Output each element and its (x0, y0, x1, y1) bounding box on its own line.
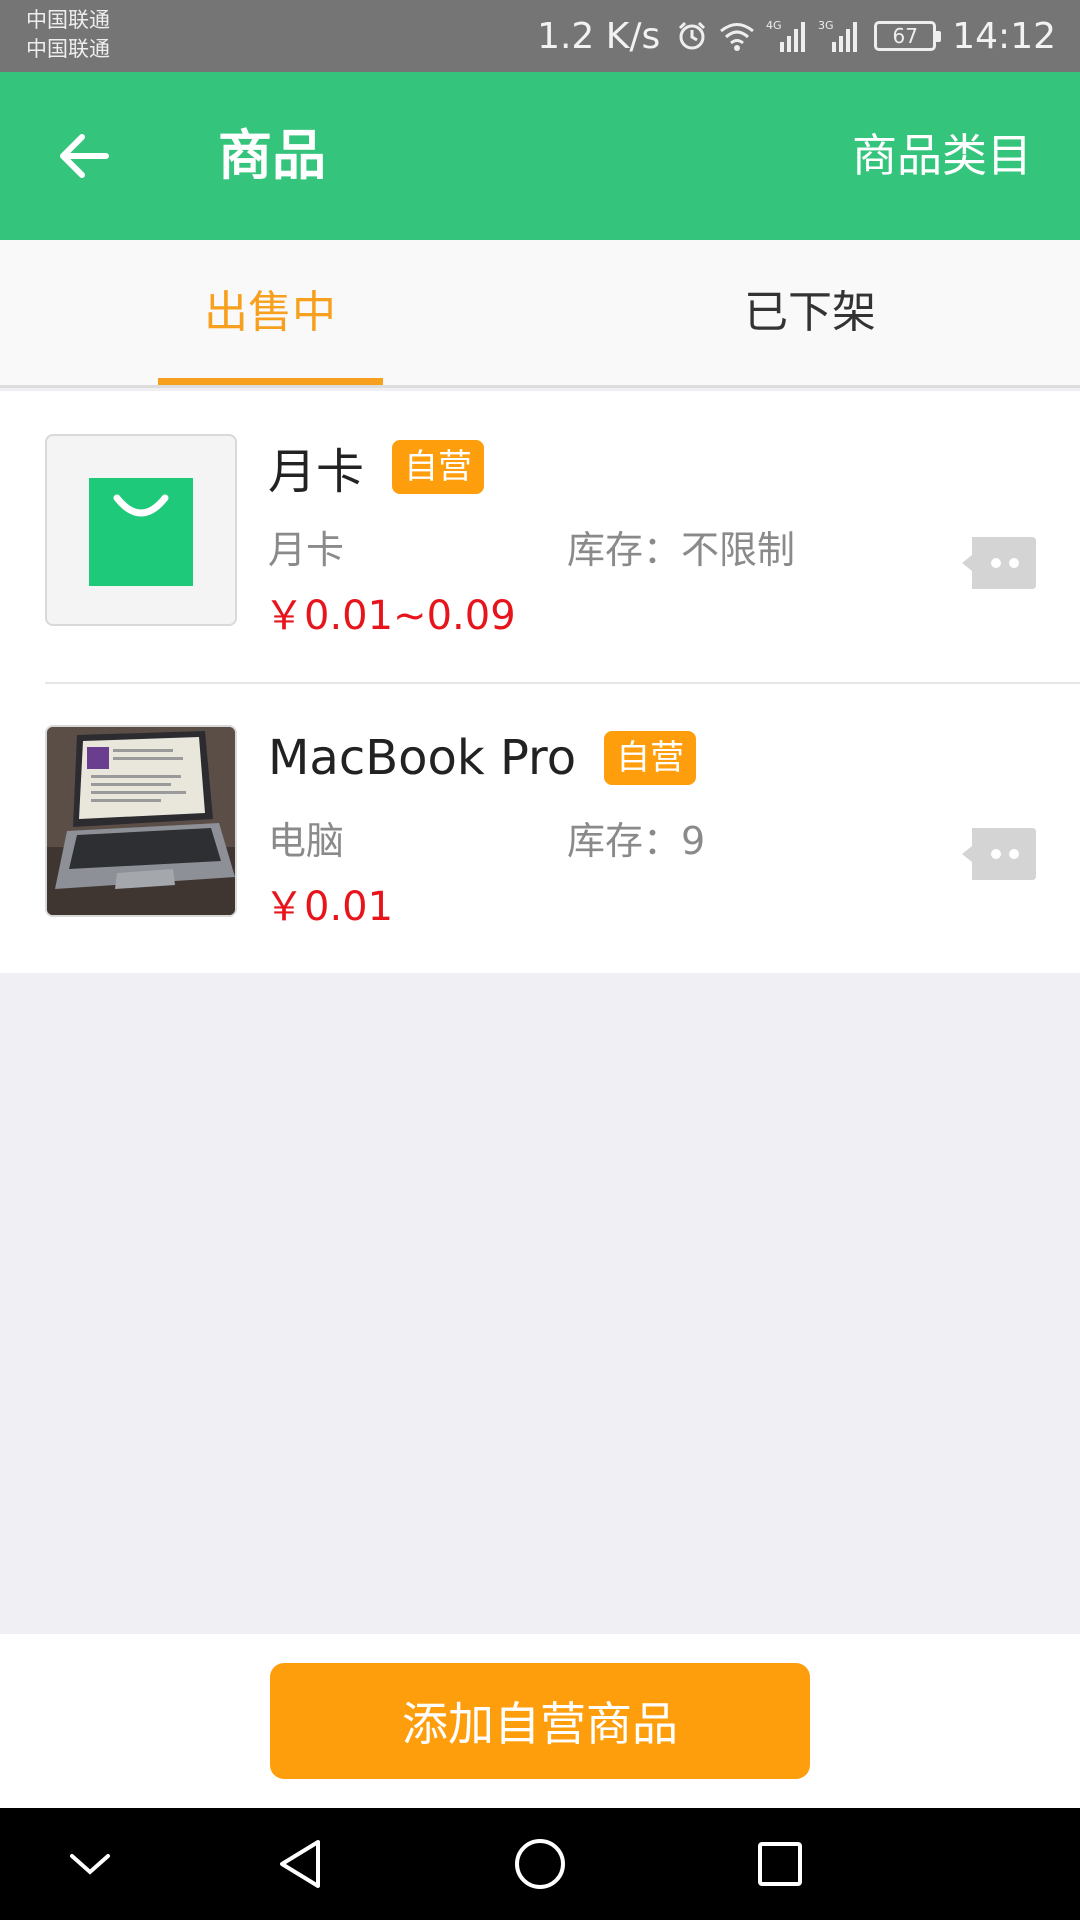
product-stock: 库存：不限制 (567, 528, 796, 572)
svg-text:3G: 3G (818, 19, 834, 32)
product-stock: 库存：9 (567, 819, 706, 863)
laptop-photo (47, 727, 235, 915)
product-category: 电脑 (268, 819, 345, 863)
tab-off-shelf[interactable]: 已下架 (540, 240, 1080, 385)
product-price: ￥0.01 (264, 884, 394, 930)
shopping-bag-icon (89, 478, 193, 586)
self-operated-badge: 自营 (392, 440, 485, 494)
nav-home-button[interactable] (510, 1834, 570, 1894)
product-name-row: MacBook Pro 自营 (268, 728, 697, 788)
product-name: MacBook Pro (268, 730, 577, 786)
product-list: 月卡 自营 月卡 库存：不限制 ￥0.01~0.09 MacBook Pro 自… (0, 391, 1080, 973)
system-navigation-bar (0, 1808, 1080, 1920)
signal-3g-icon: 3G (818, 18, 860, 54)
network-speed: 1.2 K/s (537, 15, 661, 57)
arrow-left-icon (60, 134, 109, 178)
product-name: 月卡 (268, 444, 365, 500)
more-options-button[interactable] (962, 537, 1036, 589)
product-category: 月卡 (268, 528, 345, 572)
circle-home-icon (515, 1839, 565, 1889)
battery-indicator: 67 (874, 21, 942, 51)
product-name-row: 月卡 自营 (268, 437, 485, 500)
product-category-link[interactable]: 商品类目 (852, 72, 1032, 240)
bottom-action-bar: 添加自营商品 (0, 1634, 1080, 1808)
status-indicators: 1.2 K/s 4G 3G 67 14:12 (537, 0, 1056, 72)
triangle-back-icon (280, 1840, 320, 1888)
carrier-label: 中国联通 (26, 37, 110, 61)
page-title: 商品 (218, 124, 326, 187)
nav-recents-button[interactable] (750, 1834, 810, 1894)
product-thumbnail (45, 434, 237, 626)
chevron-down-icon (70, 1854, 110, 1875)
self-operated-badge: 自营 (604, 731, 697, 785)
wifi-icon (718, 20, 756, 52)
back-button[interactable] (48, 120, 120, 192)
more-options-icon (962, 537, 1036, 589)
tab-on-sale[interactable]: 出售中 (0, 240, 540, 385)
app-header: 商品 商品类目 (0, 72, 1080, 240)
nav-back-button[interactable] (270, 1834, 330, 1894)
product-thumbnail (45, 725, 237, 917)
add-self-operated-product-button[interactable]: 添加自营商品 (270, 1663, 810, 1779)
product-price: ￥0.01~0.09 (264, 593, 516, 639)
list-item[interactable]: MacBook Pro 自营 电脑 库存：9 ￥0.01 (0, 682, 1080, 973)
signal-4g-icon: 4G (766, 18, 808, 54)
more-options-icon (962, 828, 1036, 880)
hide-keyboard-button[interactable] (60, 1834, 120, 1894)
carrier-label: 中国联通 (26, 8, 110, 32)
square-recents-icon (758, 1842, 802, 1886)
more-options-button[interactable] (962, 828, 1036, 880)
carrier-info: 中国联通 中国联通 (26, 6, 110, 64)
svg-text:4G: 4G (766, 19, 782, 32)
list-item[interactable]: 月卡 自营 月卡 库存：不限制 ￥0.01~0.09 (0, 391, 1080, 682)
tab-bar: 出售中 已下架 (0, 240, 1080, 388)
alarm-icon (676, 20, 708, 52)
status-bar: 中国联通 中国联通 1.2 K/s 4G 3G 67 14:12 (0, 0, 1080, 72)
clock: 14:12 (952, 15, 1056, 57)
